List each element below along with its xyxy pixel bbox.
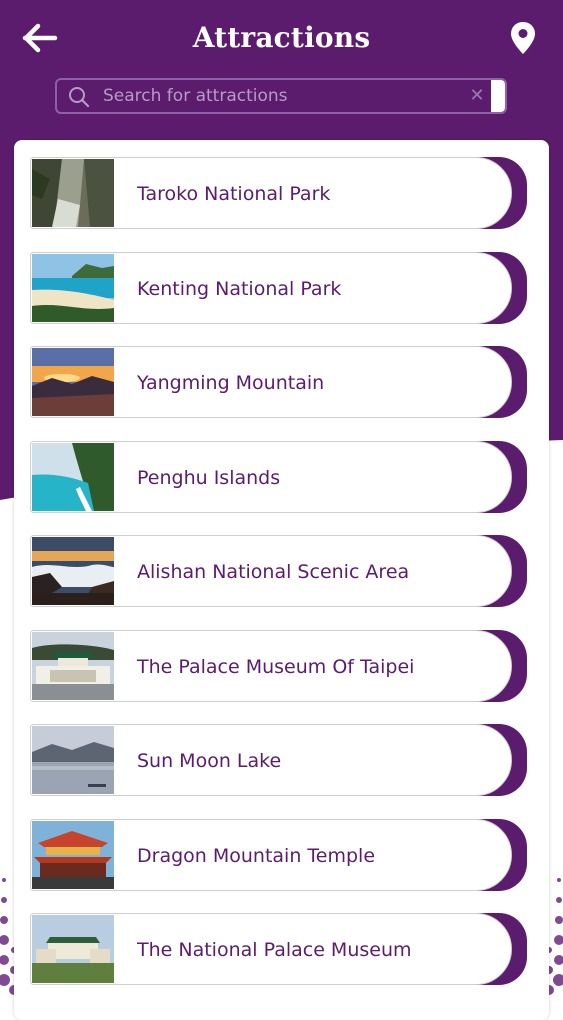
sea-cliff-coast-thumbnail [32, 442, 114, 511]
list-item[interactable]: The Palace Museum Of Taipei [30, 629, 527, 702]
list-item-label: The Palace Museum Of Taipei [137, 655, 415, 678]
app-header: Attractions [0, 0, 563, 78]
list-item-label: Penghu Islands [137, 466, 281, 489]
list-item-label: Alishan National Scenic Area [137, 561, 410, 583]
search-input[interactable] [103, 80, 463, 112]
map-button[interactable] [503, 16, 543, 60]
map-pin-icon [511, 22, 535, 54]
list-item-label: Sun Moon Lake [137, 750, 282, 772]
list-item-card: Kenting National Park [30, 251, 512, 324]
search-bar-edge [491, 80, 505, 112]
list-item[interactable]: Dragon Mountain Temple [30, 818, 527, 891]
list-item-label: Taroko National Park [137, 183, 331, 205]
attractions-list: Taroko National Park Kenting National Pa… [30, 157, 527, 1008]
list-item-label: Kenting National Park [137, 277, 342, 300]
search-bar: ✕ [55, 78, 507, 114]
list-item-card: Yangming Mountain [30, 346, 512, 418]
list-item[interactable]: Yangming Mountain [30, 346, 527, 418]
list-item-card: Dragon Mountain Temple [30, 818, 512, 891]
list-item-label: Yangming Mountain [137, 372, 325, 394]
list-item-card: The Palace Museum Of Taipei [30, 629, 512, 702]
list-item[interactable]: The National Palace Museum [30, 913, 527, 985]
list-item-card: The National Palace Museum [30, 913, 512, 985]
palace-museum-building-thumbnail [32, 915, 114, 983]
palace-museum-gate-thumbnail [32, 631, 114, 700]
list-item[interactable]: Penghu Islands [30, 440, 527, 513]
list-item-card: Alishan National Scenic Area [30, 535, 512, 607]
list-item-label: Dragon Mountain Temple [137, 844, 376, 867]
list-item[interactable]: Sun Moon Lake [30, 724, 527, 796]
mountain-sunset-thumbnail [32, 348, 114, 416]
beach-coast-thumbnail [32, 253, 114, 322]
list-item-label: The National Palace Museum [137, 939, 412, 961]
temple-roof-thumbnail [32, 820, 114, 889]
list-item[interactable]: Kenting National Park [30, 251, 527, 324]
gorge-cliffs-thumbnail [32, 159, 114, 227]
list-item[interactable]: Alishan National Scenic Area [30, 535, 527, 607]
sea-of-clouds-thumbnail [32, 537, 114, 605]
list-item-card: Sun Moon Lake [30, 724, 512, 796]
misty-lake-thumbnail [32, 726, 114, 794]
page-title: Attractions [192, 21, 371, 54]
list-item-card: Penghu Islands [30, 440, 512, 513]
list-item-card: Taroko National Park [30, 157, 512, 229]
magnifier-icon [69, 87, 90, 108]
clear-x-icon[interactable]: ✕ [467, 86, 487, 106]
list-item[interactable]: Taroko National Park [30, 157, 527, 229]
